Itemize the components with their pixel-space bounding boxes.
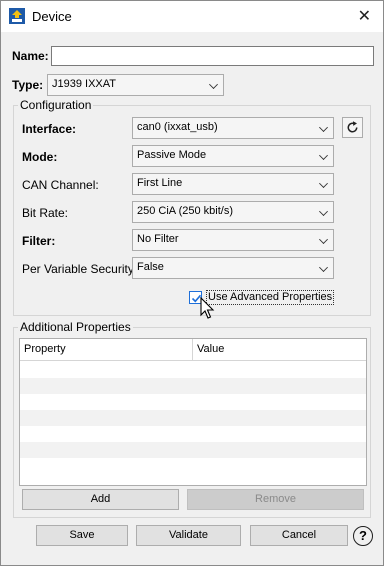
type-select-value: J1939 IXXAT bbox=[52, 78, 116, 90]
chevron-down-icon bbox=[319, 263, 328, 272]
name-label: Name: bbox=[12, 49, 49, 63]
can-channel-select[interactable]: First Line bbox=[132, 173, 334, 195]
table-row[interactable] bbox=[20, 378, 366, 394]
name-input[interactable] bbox=[51, 46, 374, 66]
help-icon[interactable]: ? bbox=[353, 526, 373, 546]
device-dialog: Device ✕ Name: Type: J1939 IXXAT Configu… bbox=[0, 0, 384, 566]
interface-select-value: can0 (ixxat_usb) bbox=[137, 121, 218, 133]
filter-label: Filter: bbox=[22, 234, 56, 248]
add-button[interactable]: Add bbox=[22, 489, 179, 510]
chevron-down-icon bbox=[319, 179, 328, 188]
cancel-button[interactable]: Cancel bbox=[250, 525, 348, 546]
table-row[interactable] bbox=[20, 426, 366, 442]
window-title: Device bbox=[32, 9, 72, 24]
table-row[interactable] bbox=[20, 442, 366, 458]
type-select[interactable]: J1939 IXXAT bbox=[47, 74, 224, 96]
chevron-down-icon bbox=[319, 151, 328, 160]
type-label: Type: bbox=[12, 78, 44, 92]
properties-table[interactable]: Property Value bbox=[19, 338, 367, 486]
bit-rate-select[interactable]: 250 CiA (250 kbit/s) bbox=[132, 201, 334, 223]
column-header-value-label: Value bbox=[197, 343, 225, 355]
filter-select[interactable]: No Filter bbox=[132, 229, 334, 251]
column-header-value[interactable]: Value bbox=[193, 339, 366, 361]
per-variable-security-label: Per Variable Security: bbox=[22, 262, 138, 276]
per-variable-security-select[interactable]: False bbox=[132, 257, 334, 279]
mouse-cursor-icon bbox=[200, 297, 215, 319]
refresh-icon bbox=[347, 121, 358, 133]
can-channel-label: CAN Channel: bbox=[22, 178, 99, 192]
additional-properties-group-title: Additional Properties bbox=[18, 320, 133, 334]
save-button[interactable]: Save bbox=[36, 525, 128, 546]
mode-select-value: Passive Mode bbox=[137, 149, 207, 161]
chevron-down-icon bbox=[319, 207, 328, 216]
use-advanced-properties-label[interactable]: Use Advanced Properties bbox=[206, 290, 335, 305]
per-variable-security-select-value: False bbox=[137, 261, 164, 273]
chevron-down-icon bbox=[209, 80, 218, 89]
column-header-property[interactable]: Property bbox=[20, 339, 193, 361]
bit-rate-select-value: 250 CiA (250 kbit/s) bbox=[137, 205, 233, 217]
filter-select-value: No Filter bbox=[137, 233, 179, 245]
app-arrow-icon bbox=[9, 8, 25, 24]
validate-button[interactable]: Validate bbox=[136, 525, 241, 546]
chevron-down-icon bbox=[319, 123, 328, 132]
configuration-group-title: Configuration bbox=[18, 98, 94, 112]
refresh-interface-button[interactable] bbox=[342, 117, 363, 138]
table-row[interactable] bbox=[20, 394, 366, 410]
interface-select[interactable]: can0 (ixxat_usb) bbox=[132, 117, 334, 139]
interface-label: Interface: bbox=[22, 122, 77, 136]
table-row[interactable] bbox=[20, 458, 366, 474]
bit-rate-label: Bit Rate: bbox=[22, 206, 69, 220]
title-bar: Device ✕ bbox=[1, 1, 383, 32]
mode-select[interactable]: Passive Mode bbox=[132, 145, 334, 167]
remove-button[interactable]: Remove bbox=[187, 489, 364, 510]
chevron-down-icon bbox=[319, 235, 328, 244]
mode-label: Mode: bbox=[22, 150, 58, 164]
table-row[interactable] bbox=[20, 362, 366, 378]
close-icon[interactable]: ✕ bbox=[358, 6, 371, 26]
can-channel-select-value: First Line bbox=[137, 177, 183, 189]
column-header-property-label: Property bbox=[24, 343, 66, 355]
table-row[interactable] bbox=[20, 410, 366, 426]
